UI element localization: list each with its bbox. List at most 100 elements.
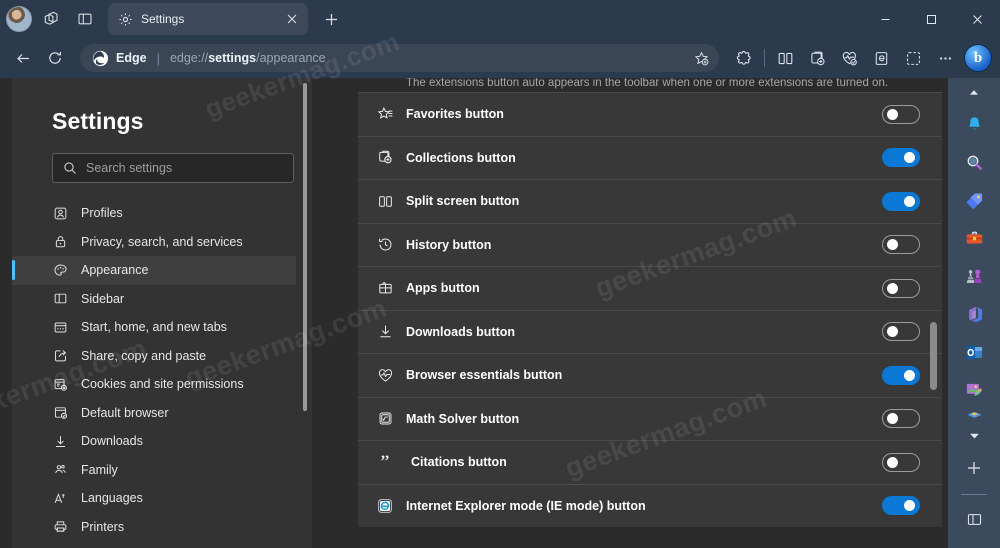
image-creator-icon[interactable]	[958, 374, 990, 406]
close-tab-icon[interactable]	[282, 9, 302, 29]
setting-row-downloads-button[interactable]: Downloads button	[358, 309, 942, 353]
page-scrollbar[interactable]	[928, 78, 940, 548]
extensions-icon[interactable]	[729, 43, 759, 73]
chevron-down-icon[interactable]	[958, 424, 990, 446]
search-icon[interactable]	[958, 146, 990, 178]
home-tabs-icon	[52, 319, 68, 335]
browser-essentials-icon	[372, 367, 398, 384]
ie-mode-icon[interactable]	[866, 43, 896, 73]
setting-row-math-solver-button[interactable]: Math Solver button	[358, 396, 942, 440]
browser-essentials-icon[interactable]	[834, 43, 864, 73]
sidebar-item-label: Appearance	[81, 263, 149, 278]
toggle-knob	[904, 500, 915, 512]
edge-logo-icon	[92, 50, 109, 67]
sidebar-item-start-home-newtabs[interactable]: Start, home, and new tabs	[12, 313, 296, 342]
gear-icon	[118, 12, 133, 27]
setting-row-collections-button[interactable]: Collections button	[358, 135, 942, 179]
setting-row-favorites-button[interactable]: Favorites button	[358, 92, 942, 136]
edge-sidebar	[948, 78, 1000, 548]
partial-sidebar-app-icon[interactable]	[958, 412, 990, 422]
toggle-math-solver-button[interactable]	[882, 409, 920, 429]
chevron-up-icon[interactable]	[958, 82, 990, 104]
sidebar-item-languages[interactable]: Languages	[12, 484, 296, 513]
notifications-bell-icon[interactable]	[958, 108, 990, 140]
toggle-history-button[interactable]	[882, 235, 920, 255]
toggle-browser-essentials-button[interactable]	[882, 365, 920, 385]
back-button[interactable]	[8, 43, 38, 73]
setting-row-apps-button[interactable]: Apps button	[358, 266, 942, 310]
sidebar-item-family[interactable]: Family	[12, 456, 296, 485]
maximize-button[interactable]	[908, 0, 954, 38]
microsoft-365-icon[interactable]	[958, 298, 990, 330]
toggle-downloads-button[interactable]	[882, 322, 920, 342]
sidebar-item-default-browser[interactable]: Default browser	[12, 399, 296, 428]
new-tab-button[interactable]	[318, 6, 344, 32]
page-scrollbar-thumb[interactable]	[930, 322, 937, 390]
split-screen-icon	[372, 193, 398, 210]
copilot-icon[interactable]: b	[964, 44, 992, 72]
more-icon[interactable]	[930, 43, 960, 73]
browser-tab[interactable]: Settings	[108, 3, 308, 35]
sidebar-item-privacy[interactable]: Privacy, search, and services	[12, 228, 296, 257]
setting-row-ie-mode-button[interactable]: Internet Explorer mode (IE mode) button	[358, 483, 942, 527]
games-icon[interactable]	[958, 260, 990, 292]
sidebar-item-downloads[interactable]: Downloads	[12, 427, 296, 456]
refresh-button[interactable]	[40, 43, 70, 73]
toggle-knob	[887, 108, 898, 120]
toggle-sidebar-pane-icon[interactable]	[958, 503, 990, 535]
profile-avatar[interactable]	[6, 6, 32, 32]
url-scheme: edge://	[169, 51, 209, 65]
close-window-button[interactable]	[954, 0, 1000, 38]
add-sidebar-app-icon[interactable]	[958, 452, 990, 484]
sidebar-item-profiles[interactable]: Profiles	[12, 199, 296, 228]
settings-page: Settings Search settings Profiles Privac…	[0, 26, 1000, 548]
toggle-apps-button[interactable]	[882, 278, 920, 298]
sidebar-item-label: Share, copy and paste	[81, 348, 207, 363]
workspaces-icon[interactable]	[36, 4, 66, 34]
setting-row-browser-essentials-button[interactable]: Browser essentials button	[358, 353, 942, 397]
search-icon	[63, 161, 77, 175]
toggle-split-screen-button[interactable]	[882, 191, 920, 211]
toggle-favorites-button[interactable]	[882, 104, 920, 124]
screenshot-icon[interactable]	[898, 43, 928, 73]
title-bar-left-controls	[0, 4, 100, 34]
toggle-ie-mode-button[interactable]	[882, 496, 920, 516]
address-input[interactable]: Edge | edge://settings/appearance	[80, 44, 719, 72]
minimize-button[interactable]	[862, 0, 908, 38]
sidebar-item-appearance[interactable]: Appearance	[12, 256, 296, 285]
search-input[interactable]: Search settings	[52, 153, 294, 183]
edge-browser-window: Settings Edge | edge://settings/appearan…	[0, 0, 1000, 548]
setting-row-split-screen-button[interactable]: Split screen button	[358, 179, 942, 223]
split-screen-icon[interactable]	[770, 43, 800, 73]
toggle-collections-button[interactable]	[882, 148, 920, 168]
search-placeholder: Search settings	[86, 161, 173, 175]
toggle-knob	[887, 326, 898, 338]
sidebar-scrollbar-thumb[interactable]	[303, 83, 307, 411]
outlook-icon[interactable]	[958, 336, 990, 368]
collections-icon	[372, 149, 398, 166]
edge-brand-label: Edge	[116, 51, 147, 65]
favorites-icon	[372, 106, 398, 123]
add-favorite-icon[interactable]	[689, 46, 713, 70]
setting-row-citations-button[interactable]: ’’ Citations button	[358, 440, 942, 484]
title-bar: Settings	[0, 0, 1000, 38]
toggle-citations-button[interactable]	[882, 452, 920, 472]
toolbar-divider	[764, 49, 765, 67]
sidebar-item-printers[interactable]: Printers	[12, 513, 296, 542]
setting-row-history-button[interactable]: History button	[358, 222, 942, 266]
setting-label: Math Solver button	[406, 411, 520, 426]
sidebar-scrollbar[interactable]	[300, 78, 310, 548]
setting-label: Collections button	[406, 150, 516, 165]
shopping-tag-icon[interactable]	[958, 184, 990, 216]
collections-icon[interactable]	[802, 43, 832, 73]
sidebar-item-share-copy-paste[interactable]: Share, copy and paste	[12, 342, 296, 371]
sidebar-item-sidebar[interactable]: Sidebar	[12, 285, 296, 314]
toggle-knob	[887, 239, 898, 251]
share-icon	[52, 348, 68, 364]
tools-toolbox-icon[interactable]	[958, 222, 990, 254]
sidebar-item-label: Downloads	[81, 434, 143, 449]
tab-actions-icon[interactable]	[70, 4, 100, 34]
sidebar-item-cookies[interactable]: Cookies and site permissions	[12, 370, 296, 399]
sidebar-settings-gear-icon[interactable]	[958, 541, 990, 548]
setting-label: Internet Explorer mode (IE mode) button	[406, 498, 646, 513]
